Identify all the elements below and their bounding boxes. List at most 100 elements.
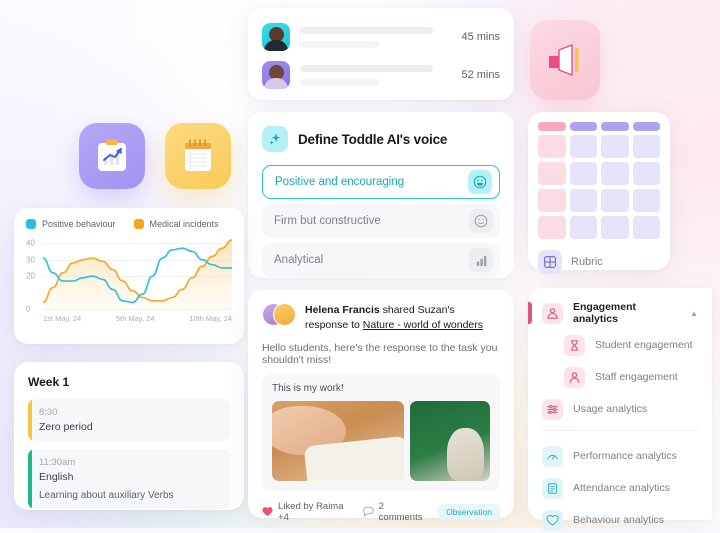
slot-name: English xyxy=(39,471,74,483)
schedule-slot-zero-period[interactable]: 8:30 Zero period xyxy=(28,399,230,441)
avatar-group xyxy=(262,303,296,327)
voice-option-analytical[interactable]: Analytical xyxy=(262,243,500,277)
analytics-item-student-engagement[interactable]: Student engagement xyxy=(528,332,712,358)
x-tick: 5th May, 24 xyxy=(115,314,155,323)
session-duration: 45 mins xyxy=(461,31,500,43)
analytics-item-performance[interactable]: Performance analytics xyxy=(528,443,712,469)
voice-card-title: Define Toddle AI's voice xyxy=(298,131,448,147)
rubric-label: Rubric xyxy=(571,256,603,268)
comment-bubble-icon xyxy=(362,507,374,518)
sparkle-icon xyxy=(269,133,281,145)
work-label: This is my work! xyxy=(272,382,344,394)
legend-label: Medical incidents xyxy=(149,219,219,229)
voice-option-firm[interactable]: Firm but constructive xyxy=(262,204,500,238)
chart-legend: Positive behaviour Medical incidents xyxy=(26,219,232,229)
slot-time: 8:30 xyxy=(39,407,58,418)
y-tick: 30 xyxy=(26,255,35,265)
analytics-item-label: Behaviour analytics xyxy=(573,514,665,526)
post-header: Helena Francis shared Suzan's response t… xyxy=(262,303,500,333)
schedule-slot-english[interactable]: 11:30am English Learning about auxiliary… xyxy=(28,449,230,509)
post-author: Helena Francis xyxy=(305,304,380,316)
legend-swatch xyxy=(133,219,144,229)
legend-swatch xyxy=(26,219,36,229)
legend-label: Positive behaviour xyxy=(42,219,116,229)
sessions-card: 45 mins 52 mins xyxy=(248,8,514,100)
legend-item-positive: Positive behaviour xyxy=(26,219,116,229)
photo-vase-green[interactable] xyxy=(410,400,490,481)
megaphone-icon xyxy=(549,44,579,76)
clipboard-chart-icon xyxy=(98,139,126,171)
collapse-chevron-icon[interactable]: ▲ xyxy=(690,309,698,318)
analytics-item-engagement[interactable]: Engagement analytics ▲ xyxy=(528,300,712,326)
post-work-box: This is my work! xyxy=(262,373,500,491)
x-tick: 1st May, 24 xyxy=(43,314,82,323)
grid-icon xyxy=(538,250,562,274)
grinning-face-icon xyxy=(468,170,492,194)
post-tag[interactable]: Observation xyxy=(438,503,500,520)
post-photos xyxy=(272,400,490,481)
week-schedule-card: Week 1 8:30 Zero period 11:30am English … xyxy=(14,362,244,510)
chart-svg xyxy=(43,239,232,309)
bar-chart-icon xyxy=(469,248,493,272)
analytics-item-usage[interactable]: Usage analytics xyxy=(528,396,712,422)
analytics-item-staff-engagement[interactable]: Staff engagement xyxy=(528,364,712,390)
sparkle-badge xyxy=(262,126,288,152)
analytics-clipboard-tile[interactable] xyxy=(79,123,145,189)
grid-line xyxy=(43,309,232,310)
y-tick: 0 xyxy=(26,304,31,314)
rubric-card: Rubric xyxy=(528,112,670,274)
analytics-item-label: Student engagement xyxy=(595,339,693,351)
rubric-footer: Rubric xyxy=(538,250,660,274)
session-placeholder-lines xyxy=(300,26,451,48)
divider xyxy=(542,430,698,431)
comments-label: 2 comments xyxy=(378,500,423,523)
behaviour-chart-card: Positive behaviour Medical incidents 40 3… xyxy=(14,208,244,344)
active-indicator xyxy=(528,302,532,324)
engagement-icon xyxy=(542,302,563,324)
rubric-grid[interactable] xyxy=(538,122,660,239)
post-card: Helena Francis shared Suzan's response t… xyxy=(248,290,514,523)
post-link[interactable]: Nature - world of wonders xyxy=(363,319,483,331)
y-tick: 40 xyxy=(26,238,35,248)
staff-icon xyxy=(564,366,585,388)
analytics-item-label: Performance analytics xyxy=(573,450,677,462)
voice-card: Define Toddle AI's voice Positive and en… xyxy=(248,112,514,278)
voice-option-label: Positive and encouraging xyxy=(275,176,405,188)
voice-option-positive[interactable]: Positive and encouraging xyxy=(262,165,500,199)
analytics-panel: Engagement analytics ▲ Student engagemen… xyxy=(528,288,712,531)
session-row[interactable]: 52 mins xyxy=(262,58,500,92)
avatar xyxy=(262,61,290,89)
announcement-tile[interactable] xyxy=(530,20,600,100)
session-duration: 52 mins xyxy=(461,69,500,81)
avatar xyxy=(262,23,290,51)
photo-painting-hand[interactable] xyxy=(272,400,404,481)
voice-option-label: Analytical xyxy=(274,254,324,266)
post-footer: Liked by Raima +4 2 comments Observation xyxy=(262,501,500,523)
chart-plot-area: 40 30 20 0 xyxy=(26,235,232,314)
analytics-item-label: Attendance analytics xyxy=(573,482,670,494)
analytics-item-label: Staff engagement xyxy=(595,371,678,383)
y-tick: 20 xyxy=(26,271,35,281)
like-label: Liked by Raima +4 xyxy=(278,500,344,523)
attendance-list-icon xyxy=(542,477,563,499)
comments-button[interactable]: 2 comments xyxy=(362,500,427,523)
post-title: Helena Francis shared Suzan's response t… xyxy=(305,303,500,333)
heart-icon xyxy=(262,507,273,517)
session-row[interactable]: 45 mins xyxy=(262,20,500,54)
week-title: Week 1 xyxy=(28,375,70,389)
voice-card-header: Define Toddle AI's voice xyxy=(262,126,500,152)
heart-outline-icon xyxy=(542,509,563,531)
dashboard-stage: 45 mins 52 mins Define Toddle AI's voice… xyxy=(0,0,720,531)
analytics-item-behaviour[interactable]: Behaviour analytics xyxy=(528,507,712,533)
analytics-item-attendance[interactable]: Attendance analytics xyxy=(528,475,712,501)
voice-option-label: Firm but constructive xyxy=(274,215,381,227)
notes-tile[interactable] xyxy=(165,123,231,189)
session-placeholder-lines xyxy=(300,64,451,86)
gauge-icon xyxy=(542,445,563,467)
neutral-face-icon xyxy=(469,209,493,233)
slot-time: 11:30am xyxy=(39,457,76,468)
legend-item-medical: Medical incidents xyxy=(133,219,219,229)
analytics-item-label: Engagement analytics xyxy=(573,301,637,325)
avatar xyxy=(273,303,296,326)
like-button[interactable]: Liked by Raima +4 xyxy=(262,501,351,523)
